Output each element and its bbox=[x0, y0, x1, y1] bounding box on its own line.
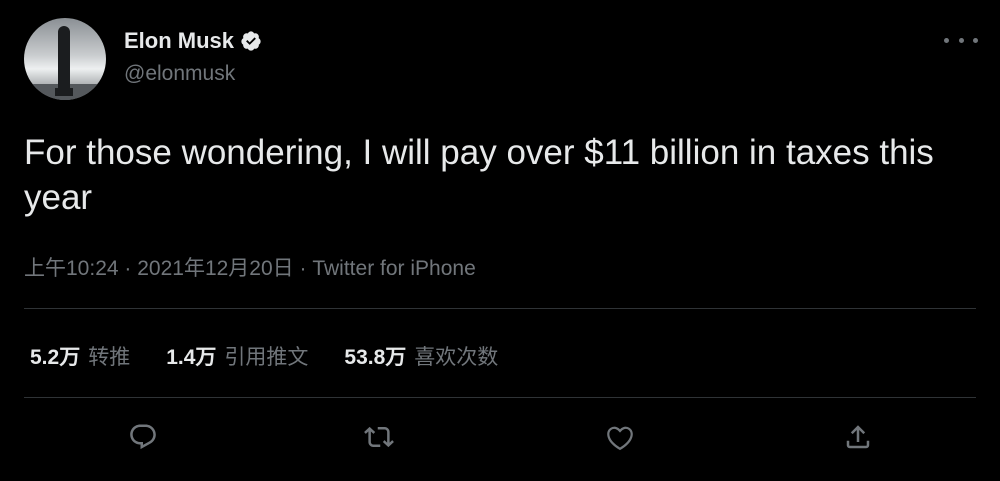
author-name-row: Elon Musk bbox=[124, 28, 262, 54]
tweet-date[interactable]: 2021年12月20日 bbox=[137, 257, 293, 280]
author-name[interactable]: Elon Musk bbox=[124, 28, 234, 54]
divider-bottom bbox=[24, 397, 976, 398]
more-dot bbox=[973, 37, 978, 43]
meta-separator: · bbox=[118, 257, 138, 280]
more-options-icon[interactable] bbox=[944, 30, 978, 50]
tweet-meta: 上午10:24 · 2021年12月20日 · Twitter for iPho… bbox=[24, 252, 476, 282]
stat-count: 53.8万 bbox=[344, 346, 407, 369]
share-icon bbox=[846, 425, 870, 449]
tweet-stats: 5.2万 转推 1.4万 引用推文 53.8万 喜欢次数 bbox=[30, 341, 534, 371]
stat-label: 喜欢次数 bbox=[414, 346, 499, 369]
share-button[interactable] bbox=[841, 420, 875, 454]
tweet-time[interactable]: 上午10:24 bbox=[24, 257, 119, 280]
stat-retweets[interactable]: 5.2万 转推 bbox=[30, 341, 130, 371]
tweet-source[interactable]: Twitter for iPhone bbox=[312, 257, 475, 280]
tweet-text: For those wondering, I will pay over $11… bbox=[24, 133, 934, 217]
stat-quote-tweets[interactable]: 1.4万 引用推文 bbox=[166, 341, 308, 371]
starship-avatar bbox=[55, 26, 73, 96]
author-handle[interactable]: @elonmusk bbox=[124, 62, 235, 86]
stat-label: 转推 bbox=[88, 346, 131, 369]
reply-button[interactable] bbox=[126, 420, 160, 454]
stat-likes[interactable]: 53.8万 喜欢次数 bbox=[344, 341, 498, 371]
retweet-icon bbox=[364, 426, 394, 448]
stat-count: 5.2万 bbox=[30, 346, 81, 369]
divider-top bbox=[24, 308, 976, 309]
like-button[interactable] bbox=[603, 420, 637, 454]
more-dot bbox=[958, 37, 964, 43]
more-dot bbox=[944, 37, 949, 43]
meta-separator: · bbox=[293, 257, 313, 280]
avatar[interactable] bbox=[24, 18, 106, 100]
retweet-button[interactable] bbox=[362, 420, 396, 454]
like-icon bbox=[607, 426, 633, 451]
stat-count: 1.4万 bbox=[166, 346, 217, 369]
reply-icon bbox=[130, 424, 156, 450]
verified-badge-icon bbox=[241, 31, 261, 51]
stat-label: 引用推文 bbox=[224, 346, 309, 369]
